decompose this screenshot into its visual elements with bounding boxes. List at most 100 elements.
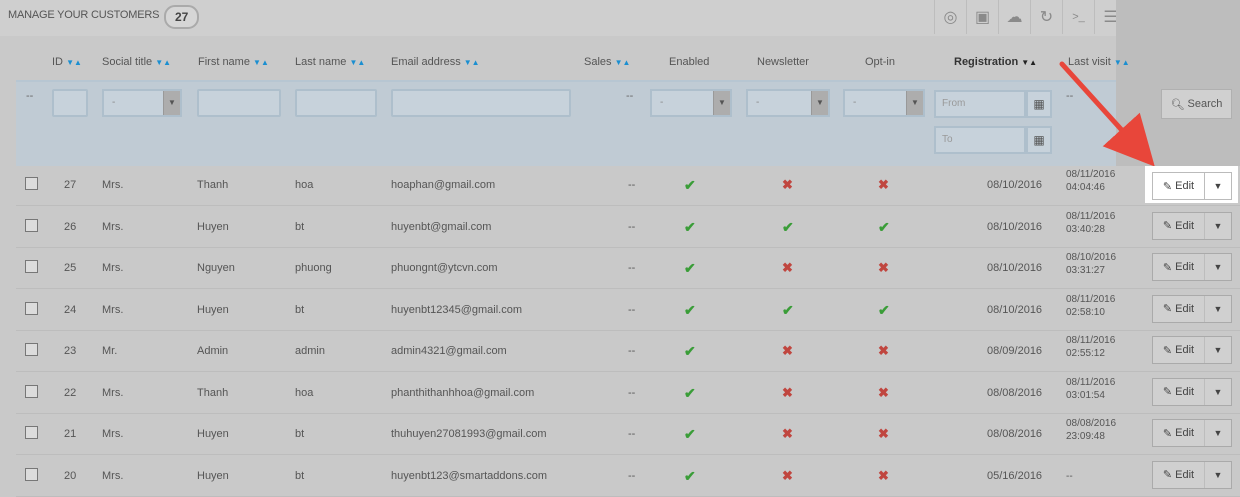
check-icon[interactable]: ✔	[878, 219, 890, 235]
page-title: MANAGE YOUR CUSTOMERS	[8, 9, 160, 21]
row-checkbox[interactable]	[25, 218, 38, 232]
last-visit-time: 02:58:10	[1066, 306, 1105, 318]
check-icon[interactable]: ✔	[684, 260, 696, 276]
cell-last-name: bt	[295, 469, 305, 482]
chevron-down-icon[interactable]: ▼	[1205, 173, 1231, 199]
check-icon[interactable]: ✔	[684, 468, 696, 484]
row-checkbox[interactable]	[25, 467, 38, 481]
row-checkbox[interactable]	[25, 301, 38, 315]
cross-icon[interactable]: ✖	[878, 426, 889, 441]
sort-arrows-icon[interactable]: ▼▲	[66, 58, 82, 67]
chevron-down-icon: ▼	[906, 91, 923, 115]
column-id[interactable]: ID ▼▲	[52, 56, 82, 68]
cell-sales: --	[628, 345, 636, 357]
registration-from-input[interactable]: From	[934, 90, 1026, 118]
registration-to-input[interactable]: To	[934, 126, 1026, 154]
check-icon[interactable]: ✔	[684, 302, 696, 318]
cell-id: 20	[64, 469, 77, 482]
refresh-icon[interactable]: ↻	[1030, 0, 1062, 34]
chevron-down-icon[interactable]: ▼	[1205, 420, 1231, 446]
last-visit-date: 08/11/2016	[1066, 376, 1116, 388]
check-icon[interactable]: ✔	[684, 177, 696, 193]
cross-icon[interactable]: ✖	[878, 468, 889, 483]
chevron-down-icon[interactable]: ▼	[1205, 254, 1231, 280]
cross-icon[interactable]: ✖	[878, 260, 889, 275]
cross-icon[interactable]: ✖	[878, 177, 889, 192]
edit-button[interactable]: ✎ Edit	[1153, 212, 1205, 239]
cell-sales: --	[628, 428, 636, 440]
cross-icon[interactable]: ✖	[782, 260, 793, 275]
row-checkbox[interactable]	[25, 343, 38, 356]
newsletter-filter-select[interactable]: - ▼	[746, 89, 830, 117]
check-icon[interactable]: ✔	[878, 302, 890, 318]
sort-arrows-icon[interactable]: ▼▲	[155, 58, 171, 67]
sort-arrows-icon[interactable]: ▼▲	[349, 58, 365, 67]
sort-arrows-icon[interactable]: ▼▲	[253, 58, 269, 67]
cross-icon[interactable]: ✖	[782, 385, 793, 400]
add-circle-icon[interactable]: ◎	[934, 0, 966, 34]
cross-icon[interactable]: ✖	[782, 177, 793, 192]
cell-registration: 08/08/2016	[987, 428, 1043, 440]
cross-icon[interactable]: ✖	[878, 343, 889, 358]
last-visit-date: 08/11/2016	[1066, 169, 1116, 180]
check-icon[interactable]: ✔	[684, 426, 696, 442]
chevron-down-icon[interactable]: ▼	[1205, 337, 1231, 363]
column-last-name[interactable]: Last name ▼▲	[295, 56, 365, 68]
row-checkbox[interactable]	[25, 426, 38, 439]
column-email[interactable]: Email address ▼▲	[391, 56, 480, 68]
edit-button[interactable]: ✎ Edit	[1153, 420, 1205, 446]
cell-last-visit: 08/11/2016 04:04:46	[1066, 168, 1115, 194]
edit-button[interactable]: ✎ Edit	[1153, 173, 1205, 199]
sql-query-icon[interactable]: >_	[1062, 0, 1094, 34]
cross-icon[interactable]: ✖	[878, 385, 889, 400]
page-header: MANAGE YOUR CUSTOMERS 27 ◎ ▣ ☁ ↻ >_ ☰	[0, 0, 1240, 36]
social-title-filter-select[interactable]: - ▼	[102, 89, 182, 117]
cell-first-name: Admin	[197, 345, 229, 357]
sort-arrows-icon[interactable]: ▼▲	[1021, 58, 1037, 67]
edit-button[interactable]: ✎ Edit	[1153, 254, 1205, 280]
sort-arrows-icon[interactable]: ▼▲	[464, 58, 480, 67]
check-icon[interactable]: ✔	[684, 343, 696, 359]
column-first-name[interactable]: First name ▼▲	[198, 56, 269, 68]
edit-button-label: Edit	[1175, 385, 1195, 398]
column-sales[interactable]: Sales ▼▲	[584, 56, 630, 68]
export-icon[interactable]: ▣	[966, 0, 998, 34]
check-icon[interactable]: ✔	[684, 219, 696, 235]
last-name-filter-input[interactable]	[295, 89, 377, 117]
check-icon[interactable]: ✔	[684, 385, 696, 401]
cell-email: admin4321@gmail.com	[391, 345, 507, 357]
row-checkbox[interactable]	[25, 260, 38, 273]
chevron-down-icon[interactable]: ▼	[1205, 462, 1231, 488]
row-checkbox[interactable]	[25, 177, 38, 190]
check-icon[interactable]: ✔	[782, 219, 794, 235]
chevron-down-icon[interactable]: ▼	[1205, 296, 1231, 322]
chevron-down-icon[interactable]: ▼	[1205, 379, 1231, 405]
search-button[interactable]: 🔍︎ Search	[1161, 89, 1232, 119]
id-filter-input[interactable]	[52, 89, 88, 117]
sort-arrows-icon[interactable]: ▼▲	[615, 58, 631, 67]
email-filter-input[interactable]	[391, 89, 571, 117]
cross-icon[interactable]: ✖	[782, 343, 793, 358]
calendar-icon[interactable]: ▦	[1026, 126, 1052, 154]
edit-button[interactable]: ✎ Edit	[1153, 337, 1205, 363]
calendar-icon[interactable]: ▦	[1026, 90, 1052, 118]
chevron-down-icon[interactable]: ▼	[1205, 213, 1231, 239]
optin-filter-select[interactable]: - ▼	[843, 89, 925, 117]
first-name-filter-input[interactable]	[197, 89, 281, 117]
edit-button[interactable]: ✎ Edit	[1153, 461, 1205, 488]
cross-icon[interactable]: ✖	[782, 426, 793, 441]
enabled-filter-select[interactable]: - ▼	[650, 89, 732, 117]
cell-last-name: admin	[295, 345, 325, 357]
row-checkbox[interactable]	[25, 384, 38, 398]
last-visit-time: 03:31:27	[1066, 265, 1105, 276]
cell-email: phuongnt@ytcvn.com	[391, 262, 498, 274]
column-registration[interactable]: Registration ▼▲	[954, 56, 1037, 68]
edit-button[interactable]: ✎ Edit	[1153, 295, 1205, 322]
check-icon[interactable]: ✔	[782, 302, 794, 318]
sql-query-label: >_	[1072, 11, 1085, 23]
chevron-down-icon: ▼	[713, 91, 730, 115]
cloud-upload-icon[interactable]: ☁	[998, 0, 1030, 34]
cross-icon[interactable]: ✖	[782, 468, 793, 483]
edit-button[interactable]: ✎ Edit	[1153, 378, 1205, 405]
column-social-title[interactable]: Social title ▼▲	[102, 56, 171, 68]
